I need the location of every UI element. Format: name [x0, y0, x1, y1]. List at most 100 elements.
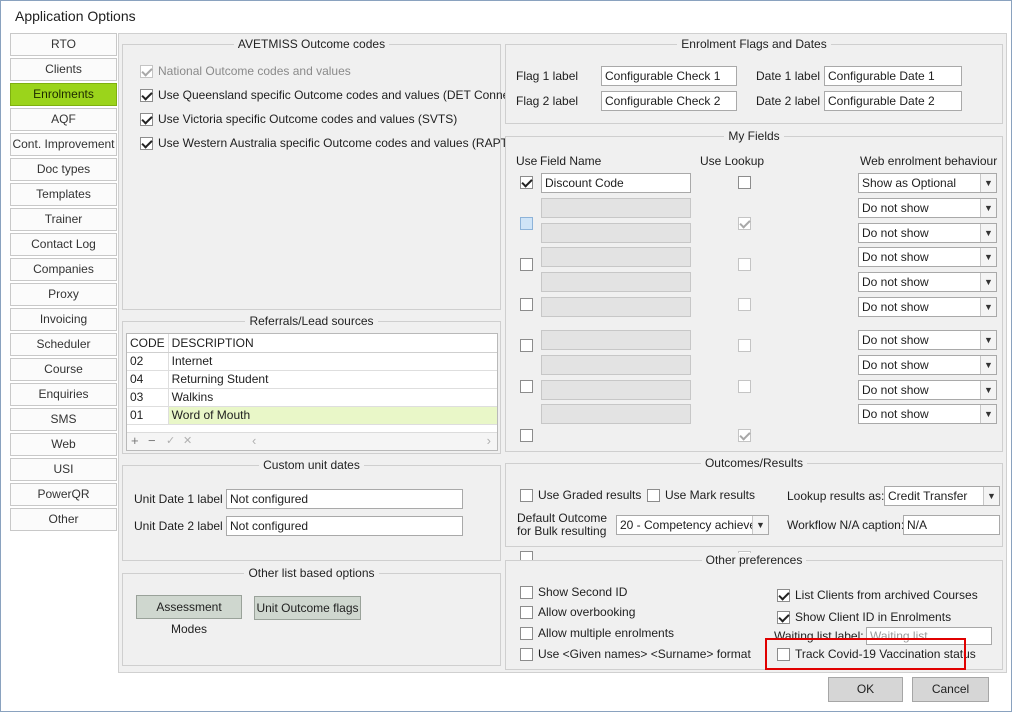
allow-multiple-enrolments-checkbox[interactable]: [520, 626, 533, 640]
field-name-input[interactable]: [541, 272, 691, 292]
chevron-down-icon[interactable]: ▼: [980, 224, 996, 242]
use-lookup-checkbox[interactable]: [738, 429, 751, 442]
avetmiss-vic-option[interactable]: Use Victoria specific Outcome codes and …: [140, 110, 457, 128]
tab-usi[interactable]: USI: [10, 458, 117, 481]
web-behaviour-select[interactable]: Do not show ▼: [858, 330, 997, 350]
avetmiss-national-option[interactable]: National Outcome codes and values: [140, 62, 351, 80]
web-behaviour-select[interactable]: Do not show ▼: [858, 272, 997, 292]
tab-doc-types[interactable]: Doc types: [10, 158, 117, 181]
cancel-icon[interactable]: ✕: [183, 434, 192, 447]
web-behaviour-select[interactable]: Show as Optional ▼: [858, 173, 997, 193]
use-checkbox[interactable]: [520, 380, 533, 393]
allow-overbooking-checkbox[interactable]: [520, 605, 533, 619]
show-client-id-option[interactable]: Show Client ID in Enrolments: [777, 608, 951, 626]
scroll-left-icon[interactable]: ‹: [252, 433, 256, 448]
chevron-down-icon[interactable]: ▼: [980, 356, 996, 374]
table-row-selected[interactable]: 01 Word of Mouth: [127, 406, 497, 425]
chevron-down-icon[interactable]: ▼: [980, 331, 996, 349]
scroll-right-icon[interactable]: ›: [487, 433, 491, 448]
add-icon[interactable]: +: [131, 433, 139, 448]
use-lookup-checkbox[interactable]: [738, 339, 751, 352]
tab-other[interactable]: Other: [10, 508, 117, 531]
table-row[interactable]: 03 Walkins: [127, 388, 497, 407]
avetmiss-wa-option[interactable]: Use Western Australia specific Outcome c…: [140, 134, 512, 152]
table-row[interactable]: 04 Returning Student: [127, 370, 497, 389]
web-behaviour-select[interactable]: Do not show ▼: [858, 297, 997, 317]
vic-checkbox[interactable]: [140, 112, 153, 126]
wa-checkbox[interactable]: [140, 136, 153, 150]
tab-templates[interactable]: Templates: [10, 183, 117, 206]
name-format-option[interactable]: Use <Given names> <Surname> format: [520, 645, 751, 663]
avetmiss-qld-option[interactable]: Use Queensland specific Outcome codes an…: [140, 86, 523, 104]
date2-input[interactable]: Configurable Date 2: [824, 91, 962, 111]
chevron-down-icon[interactable]: ▼: [980, 174, 996, 192]
tab-rto[interactable]: RTO: [10, 33, 117, 56]
show-second-id-checkbox[interactable]: [520, 585, 533, 599]
flag1-input[interactable]: Configurable Check 1: [601, 66, 737, 86]
allow-multiple-enrolments-option[interactable]: Allow multiple enrolments: [520, 624, 674, 642]
use-checkbox[interactable]: [520, 258, 533, 271]
field-name-input[interactable]: [541, 223, 691, 243]
use-checkbox[interactable]: [520, 298, 533, 311]
use-lookup-checkbox[interactable]: [738, 298, 751, 311]
tab-clients[interactable]: Clients: [10, 58, 117, 81]
tab-sms[interactable]: SMS: [10, 408, 117, 431]
chevron-down-icon[interactable]: ▼: [980, 405, 996, 423]
flag2-input[interactable]: Configurable Check 2: [601, 91, 737, 111]
chevron-down-icon[interactable]: ▼: [980, 199, 996, 217]
unit-date1-input[interactable]: Not configured: [226, 489, 463, 509]
tab-web[interactable]: Web: [10, 433, 117, 456]
national-checkbox[interactable]: [140, 64, 153, 78]
use-lookup-checkbox[interactable]: [738, 380, 751, 393]
confirm-icon[interactable]: ✓: [166, 434, 175, 447]
chevron-down-icon[interactable]: ▼: [980, 273, 996, 291]
field-name-input[interactable]: [541, 247, 691, 267]
default-outcome-select[interactable]: 20 - Competency achieved/ ▼: [616, 515, 769, 535]
allow-overbooking-option[interactable]: Allow overbooking: [520, 603, 635, 621]
chevron-down-icon[interactable]: ▼: [980, 248, 996, 266]
assessment-modes-button[interactable]: Assessment Modes: [136, 595, 242, 636]
field-name-input[interactable]: [541, 297, 691, 317]
web-behaviour-select[interactable]: Do not show ▼: [858, 404, 997, 424]
tab-invoicing[interactable]: Invoicing: [10, 308, 117, 331]
chevron-down-icon[interactable]: ▼: [980, 298, 996, 316]
unit-date2-input[interactable]: Not configured: [226, 516, 463, 536]
web-behaviour-select[interactable]: Do not show ▼: [858, 380, 997, 400]
table-row[interactable]: 02 Internet: [127, 352, 497, 371]
show-client-id-checkbox[interactable]: [777, 610, 790, 624]
field-name-input[interactable]: Discount Code: [541, 173, 691, 193]
ok-button[interactable]: OK: [828, 677, 903, 702]
tab-contact-log[interactable]: Contact Log: [10, 233, 117, 256]
workflow-caption-input[interactable]: N/A: [903, 515, 1000, 535]
unit-outcome-flags-button[interactable]: Unit Outcome flags: [254, 596, 361, 620]
referrals-grid[interactable]: CODE DESCRIPTION 02 Internet 04 Returnin…: [126, 333, 498, 451]
tab-proxy[interactable]: Proxy: [10, 283, 117, 306]
list-archived-option[interactable]: List Clients from archived Courses: [777, 586, 978, 604]
list-archived-checkbox[interactable]: [777, 588, 790, 602]
tab-powerqr[interactable]: PowerQR: [10, 483, 117, 506]
use-lookup-checkbox[interactable]: [738, 217, 751, 230]
use-lookup-checkbox[interactable]: [738, 176, 751, 189]
date1-input[interactable]: Configurable Date 1: [824, 66, 962, 86]
show-second-id-option[interactable]: Show Second ID: [520, 583, 627, 601]
mark-results-checkbox[interactable]: [647, 488, 660, 502]
tab-course[interactable]: Course: [10, 358, 117, 381]
name-format-checkbox[interactable]: [520, 647, 533, 661]
field-name-input[interactable]: [541, 198, 691, 218]
web-behaviour-select[interactable]: Do not show ▼: [858, 198, 997, 218]
tab-companies[interactable]: Companies: [10, 258, 117, 281]
chevron-down-icon[interactable]: ▼: [983, 487, 999, 505]
use-checkbox[interactable]: [520, 339, 533, 352]
field-name-input[interactable]: [541, 330, 691, 350]
lookup-results-select[interactable]: Credit Transfer ▼: [884, 486, 1000, 506]
web-behaviour-select[interactable]: Do not show ▼: [858, 223, 997, 243]
col-description[interactable]: DESCRIPTION: [168, 334, 497, 353]
remove-icon[interactable]: −: [148, 433, 156, 448]
chevron-down-icon[interactable]: ▼: [980, 381, 996, 399]
use-checkbox[interactable]: [520, 429, 533, 442]
field-name-input[interactable]: [541, 380, 691, 400]
tab-aqf[interactable]: AQF: [10, 108, 117, 131]
cancel-button[interactable]: Cancel: [912, 677, 989, 702]
chevron-down-icon[interactable]: ▼: [752, 516, 768, 534]
web-behaviour-select[interactable]: Do not show ▼: [858, 247, 997, 267]
